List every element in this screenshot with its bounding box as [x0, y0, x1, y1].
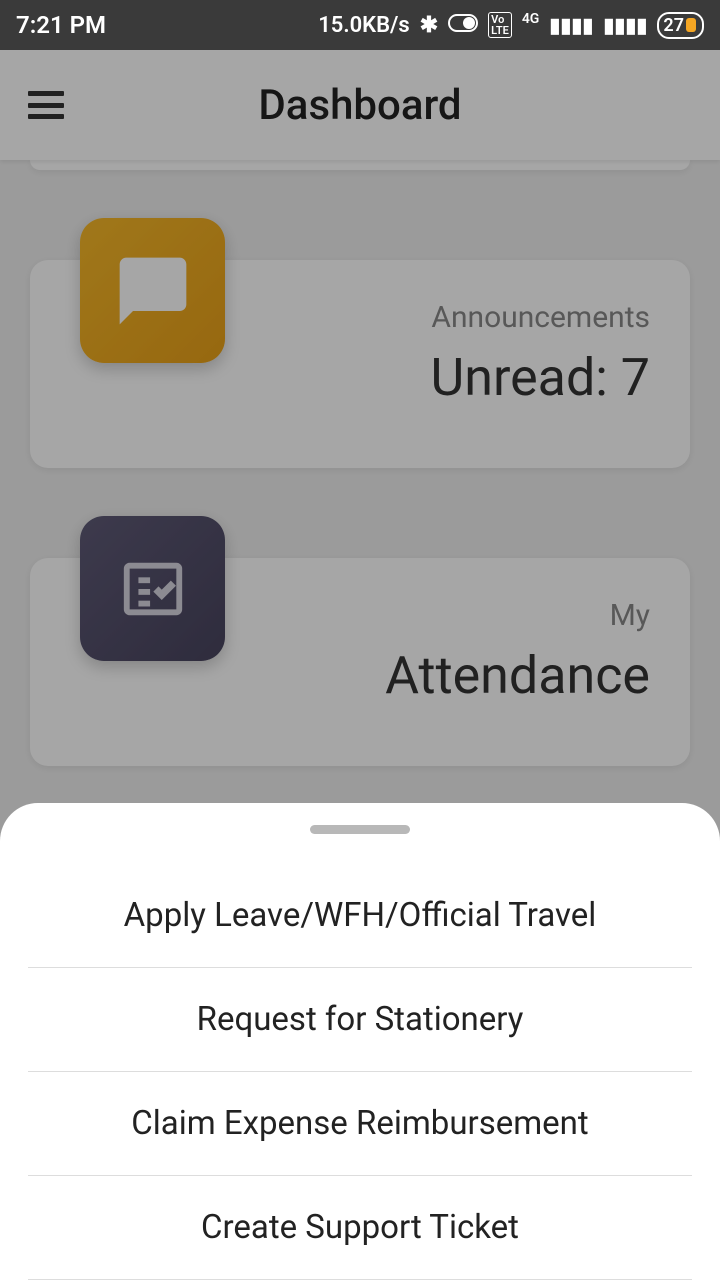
- volte-icon: VoLTE: [488, 12, 512, 38]
- status-bar: 7:21 PM 15.0KB/s ✱ VoLTE 4G ▮▮▮▮ ▮▮▮▮ 27: [0, 0, 720, 50]
- status-right: 15.0KB/s ✱ VoLTE 4G ▮▮▮▮ ▮▮▮▮ 27: [318, 12, 704, 39]
- sheet-item-apply-leave[interactable]: Apply Leave/WFH/Official Travel: [28, 864, 692, 968]
- sheet-item-support-ticket[interactable]: Create Support Ticket: [28, 1176, 692, 1280]
- bluetooth-icon: ✱: [420, 13, 438, 38]
- signal-icon-1: ▮▮▮▮: [549, 13, 593, 37]
- sheet-item-stationery[interactable]: Request for Stationery: [28, 968, 692, 1072]
- status-time: 7:21 PM: [16, 11, 106, 39]
- toggle-icon: [448, 13, 478, 38]
- battery-indicator: 27: [657, 12, 704, 39]
- network-type: 4G: [522, 11, 540, 27]
- bottom-sheet: Apply Leave/WFH/Official Travel Request …: [0, 803, 720, 1280]
- sheet-drag-handle[interactable]: [310, 825, 410, 834]
- network-speed: 15.0KB/s: [318, 13, 410, 38]
- signal-icon-2: ▮▮▮▮: [603, 13, 647, 37]
- sheet-item-expense[interactable]: Claim Expense Reimbursement: [28, 1072, 692, 1176]
